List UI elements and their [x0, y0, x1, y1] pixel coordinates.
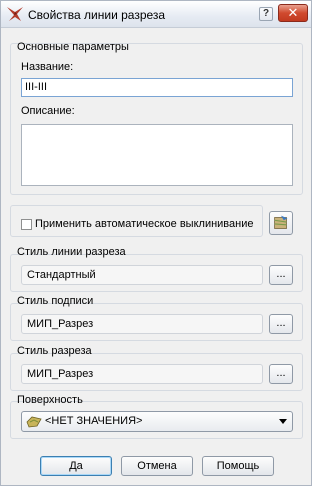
ok-button[interactable]: Да [40, 456, 112, 476]
caption-style-browse-button[interactable]: ... [269, 314, 293, 334]
name-input[interactable]: III-III [21, 78, 293, 97]
name-label: Название: [21, 61, 74, 73]
surface-selected-value: <НЕТ ЗНАЧЕНИЯ> [45, 415, 143, 427]
section-style-label: Стиль разреза [17, 345, 92, 357]
section-line-style-label: Стиль линии разреза [17, 246, 126, 258]
window-title: Свойства линии разреза [28, 8, 166, 22]
surface-label: Поверхность [17, 394, 83, 406]
close-button[interactable]: ✕ [278, 4, 308, 22]
section-style-browse-button[interactable]: ... [269, 364, 293, 384]
main-params-label: Основные параметры [17, 41, 129, 53]
dialog-window: Свойства линии разреза ? ✕ Основные пара… [0, 0, 312, 486]
help-title-button[interactable]: ? [259, 7, 273, 21]
description-textarea[interactable] [21, 124, 293, 186]
auto-wrap-checkbox[interactable] [21, 219, 32, 230]
help-button[interactable]: Помощь [202, 456, 274, 476]
surface-icon [26, 416, 42, 428]
section-style-field: МИП_Разрез [21, 364, 263, 384]
chevron-down-icon[interactable] [279, 419, 287, 424]
caption-style-label: Стиль подписи [17, 295, 94, 307]
section-line-style-field: Стандартный [21, 265, 263, 285]
section-line-style-browse-button[interactable]: ... [269, 265, 293, 285]
title-bar[interactable]: Свойства линии разреза ? ✕ [1, 1, 311, 28]
description-label: Описание: [21, 105, 75, 117]
auto-wrap-settings-button[interactable] [269, 211, 293, 235]
auto-wrap-label[interactable]: Применить автоматическое выклинивание [35, 218, 254, 230]
layers-icon [274, 215, 288, 229]
surface-dropdown[interactable]: <НЕТ ЗНАЧЕНИЯ> [21, 411, 293, 432]
caption-style-field: МИП_Разрез [21, 314, 263, 334]
cancel-button[interactable]: Отмена [121, 456, 193, 476]
app-logo-icon [7, 7, 23, 21]
